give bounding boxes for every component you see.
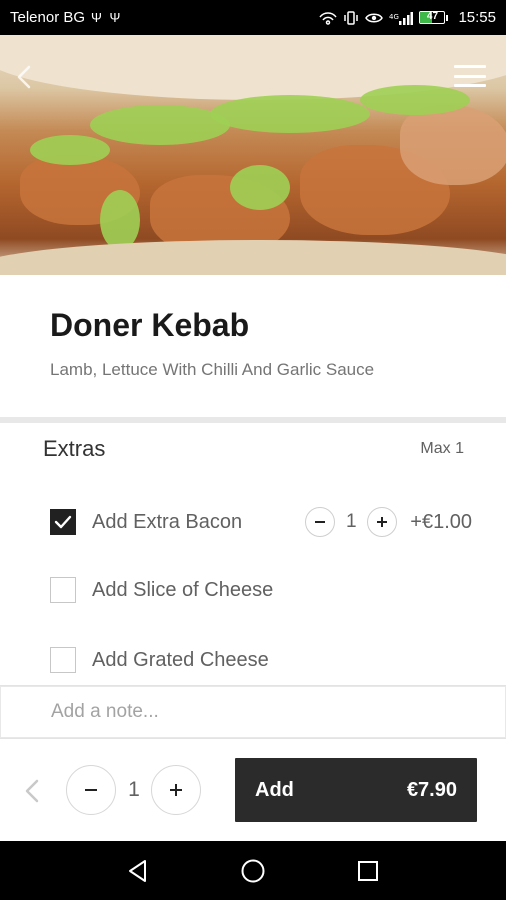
checkbox-slice-cheese[interactable] [50,577,76,603]
battery-level: 47 [426,11,439,22]
product-hero-image [0,35,506,275]
quantity-value: 1 [128,778,140,801]
product-description: Lamb, Lettuce With Chilli And Garlic Sau… [50,360,375,379]
back-arrow-icon[interactable] [12,63,36,91]
extra-quantity: 1 [345,511,357,532]
extra-item-label: Add Slice of Cheese [92,578,274,601]
section-divider [0,417,506,423]
usb-icon: Ψ Ψ [91,10,123,25]
hamburger-menu-icon[interactable] [454,65,486,87]
extra-quantity-stepper: 1 +€1.00 [305,507,472,537]
clock: 15:55 [458,9,496,26]
add-button-price: €7.90 [406,778,457,801]
extras-header: Extras Max 1 [43,436,464,462]
extras-title: Extras [43,436,106,461]
hotspot-icon [319,11,338,25]
add-button-label: Add [255,778,294,801]
status-bar: Telenor BG Ψ Ψ 4G 47 15:55 [0,0,506,35]
extra-item-label: Add Grated Cheese [92,648,269,671]
note-input[interactable] [0,686,506,738]
nav-home-icon[interactable] [238,856,268,886]
eye-icon [365,13,384,22]
checkbox-grated-cheese[interactable] [50,647,76,673]
extra-item-bacon[interactable]: Add Extra Bacon 1 +€1.00 [50,507,472,537]
nav-recents-icon[interactable] [353,856,383,886]
extra-item-grated-cheese[interactable]: Add Grated Cheese [50,645,472,675]
nav-back-icon[interactable] [123,856,153,886]
minus-icon [85,789,97,791]
carrier-name: Telenor BG [10,9,86,26]
action-bar: 1 Add €7.90 [0,740,506,841]
signal-icon: 4G [389,11,414,25]
status-icons: 4G 47 15:55 [319,9,496,26]
battery-icon: 47 [419,11,449,24]
note-container [0,685,506,739]
system-navigation-bar [0,841,506,900]
checkbox-extra-bacon[interactable] [50,509,76,535]
quantity-decrease-button[interactable] [66,765,116,815]
minus-icon [315,521,326,523]
extra-item-slice-cheese[interactable]: Add Slice of Cheese [50,575,472,605]
plus-icon [377,517,388,527]
checkmark-icon [54,515,72,529]
vibrate-icon [344,10,359,25]
add-to-cart-button[interactable]: Add €7.90 [235,758,477,822]
extra-decrease-button[interactable] [305,507,336,537]
extra-increase-button[interactable] [367,507,398,537]
chevron-left-icon[interactable] [22,776,42,806]
extra-item-label: Add Extra Bacon [92,510,243,533]
product-title: Doner Kebab [50,307,250,343]
plus-icon [170,784,182,796]
svg-text:4G: 4G [389,13,399,21]
product-info: Doner Kebab Lamb, Lettuce With Chilli An… [0,275,506,417]
quantity-increase-button[interactable] [151,765,201,815]
extras-max-label: Max 1 [420,440,464,457]
extra-price: +€1.00 [410,510,472,533]
